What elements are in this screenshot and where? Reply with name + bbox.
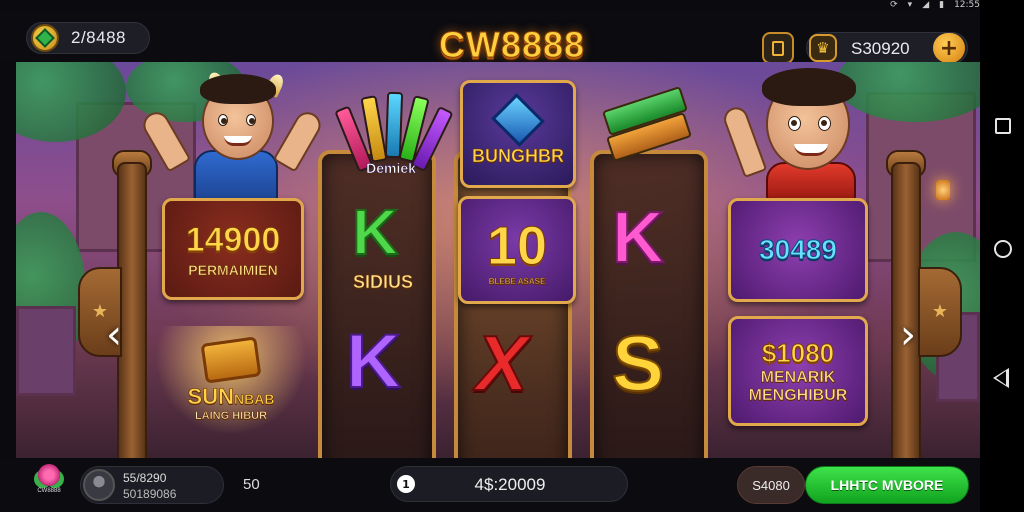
symbol-k-green: K	[351, 196, 399, 268]
bottom-bar: CW8888 55/8290 50189086 50 1 4$:20009 S4…	[0, 458, 980, 512]
tile-caption: PERMAIMIEN	[188, 261, 278, 278]
game-scene: ★ ★ 14900 PERMAIMIEN SUNNBAB LAING HIBUR…	[16, 62, 980, 458]
symbol-tile-30489: 30489	[728, 198, 868, 302]
tile-line-2: MENGHIBUR	[748, 386, 848, 404]
tile-number: 10	[486, 215, 548, 276]
symbol-k-violet: K	[345, 319, 402, 404]
auto-button[interactable]: S4080	[737, 466, 805, 504]
coin-balance-pill: ♛ S30920 +	[806, 32, 968, 64]
left-character	[138, 70, 326, 210]
symbol-tile-bunghbr: BUNGHBR	[460, 80, 576, 188]
book-icon[interactable]	[762, 32, 794, 64]
wifi-icon: ▾	[907, 0, 913, 10]
top-bar: 2/8488 CW8888 ♛ S30920 +	[0, 10, 980, 66]
symbol-tile-sun-chest: SUNNBAB LAING HIBUR	[156, 326, 306, 436]
frame-post	[891, 162, 921, 458]
spin-button[interactable]: LHHTC MVBORE	[805, 466, 969, 504]
symbol-tile-14900: 14900 PERMAIMIEN	[162, 198, 304, 300]
flower-logo-icon	[38, 464, 60, 486]
symbol-tile-10: 10 BLEBE ASASE	[458, 196, 576, 304]
avatar	[83, 469, 115, 501]
tile-caption: BLEBE ASASE	[488, 276, 546, 286]
frame-wing-right: ★	[918, 267, 962, 357]
next-arrow-icon[interactable]: ›	[900, 312, 916, 358]
win-display: 1 4$:20009	[390, 466, 628, 502]
tile-line-1: MENARIK	[760, 368, 836, 386]
symbol-s-gold: S	[611, 319, 665, 407]
mini-logo-caption: CW8888	[37, 488, 61, 494]
prev-arrow-icon[interactable]: ‹	[106, 312, 122, 358]
status-time: 12:55	[954, 0, 980, 10]
star-icon: ★	[931, 301, 949, 322]
lamp-icon	[936, 180, 950, 200]
back-icon[interactable]	[993, 368, 1009, 388]
symbol-k-pink: K	[611, 198, 665, 278]
reel2-top-label: BUNGHBR	[472, 145, 565, 166]
account-line-1: 55/8290	[123, 471, 167, 485]
signal-icon: ◢	[922, 0, 930, 10]
win-value: 4$:20009	[474, 475, 546, 494]
right-character	[720, 66, 896, 202]
bet-value[interactable]: 50	[243, 476, 260, 493]
system-nav-bar	[980, 0, 1024, 512]
account-pill[interactable]: 55/8290 50189086	[80, 466, 224, 504]
tile-number: 14900	[185, 220, 281, 259]
mini-logo: CW8888	[32, 464, 66, 494]
sync-icon: ⟳	[890, 0, 898, 10]
reel1-top-label: Demiek	[366, 160, 416, 177]
crown-icon: ♛	[809, 34, 837, 62]
recents-icon[interactable]	[995, 118, 1011, 134]
reel1-mid-label: SIDIUS	[352, 272, 414, 293]
reel-3	[590, 150, 708, 458]
tile-word-1: SUN	[187, 384, 234, 410]
stone-pillar	[16, 306, 76, 396]
tile-word-2: NBAB	[234, 391, 275, 408]
treasure-chest-icon	[200, 336, 262, 384]
coin-balance: S30920	[851, 39, 910, 58]
symbol-x-red: X	[475, 319, 529, 407]
tile-caption: LAING HIBUR	[194, 410, 268, 423]
tile-number: 30489	[759, 234, 838, 266]
account-line-2: 50189086	[123, 487, 177, 501]
add-coins-button[interactable]: +	[933, 33, 965, 63]
symbol-tile-1080: $1080 MENARIK MENGHIBUR	[728, 316, 868, 426]
blue-gem-icon	[491, 92, 545, 147]
status-bar: ⟳ ▾ ◢ ▮ 12:55	[840, 0, 980, 10]
home-icon[interactable]	[994, 240, 1012, 258]
tile-number: $1080	[761, 337, 835, 368]
battery-icon: ▮	[939, 0, 945, 10]
